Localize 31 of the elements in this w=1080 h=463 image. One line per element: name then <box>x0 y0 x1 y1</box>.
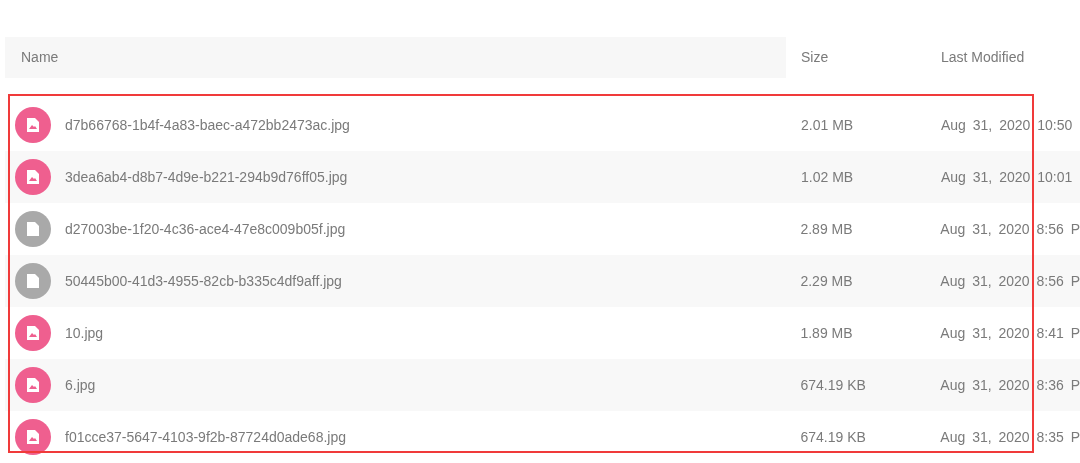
file-name[interactable]: 10.jpg <box>65 322 104 344</box>
file-size: 674.19 KB <box>799 375 867 395</box>
file-name[interactable]: 6.jpg <box>65 374 96 396</box>
column-header[interactable]: Size <box>786 47 926 68</box>
file-size: 2.01 MB <box>800 115 855 135</box>
image-file-icon <box>15 367 51 403</box>
file-name[interactable]: d7b66768-1b4f-4a83-baec-a472bb2473ac.jpg <box>65 114 350 136</box>
image-file-icon <box>15 419 51 455</box>
image-file-icon <box>15 107 51 143</box>
file-name[interactable]: f01cce37-5647-4103-9f2b-87724d0ade68.jpg <box>65 426 346 448</box>
modified-date: Aug 31, 2020 10:50 <box>941 115 1073 135</box>
file-icon <box>15 211 51 247</box>
modified-date: Aug 31, 2020 8:56 P <box>940 219 1080 239</box>
modified-date: Aug 31, 2020 8:41 P <box>940 323 1080 343</box>
file-size: 674.19 KB <box>799 427 867 447</box>
file-size: 2.89 MB <box>799 219 854 239</box>
column-header[interactable]: Last Modified <box>926 47 1025 68</box>
file-size: 1.02 MB <box>800 167 855 187</box>
modified-date: Aug 31, 2020 8:36 P <box>940 375 1080 395</box>
column-header[interactable]: Name <box>5 37 786 78</box>
file-name[interactable]: d27003be-1f20-4c36-ace4-47e8c009b05f.jpg <box>65 218 346 240</box>
file-size: 1.89 MB <box>799 323 854 343</box>
file-size: 2.29 MB <box>799 271 854 291</box>
file-name[interactable]: 50445b00-41d3-4955-82cb-b335c4df9aff.jpg <box>65 270 342 292</box>
file-icon <box>15 263 51 299</box>
modified-date: Aug 31, 2020 8:56 P <box>940 271 1080 291</box>
modified-date: Aug 31, 2020 8:35 P <box>940 427 1080 447</box>
image-file-icon <box>15 315 51 351</box>
file-name[interactable]: 3dea6ab4-d8b7-4d9e-b221-294b9d76ff05.jpg <box>65 166 348 188</box>
image-file-icon <box>15 159 51 195</box>
modified-date: Aug 31, 2020 10:01 <box>941 167 1073 187</box>
